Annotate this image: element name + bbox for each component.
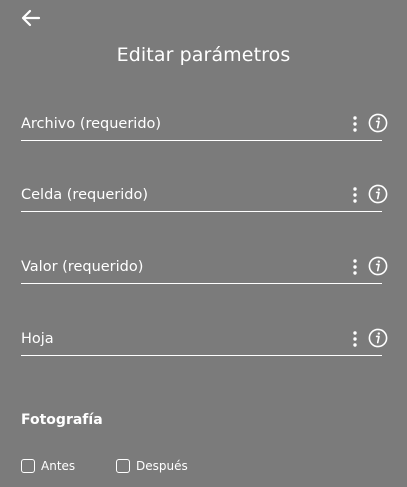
checkbox-square[interactable] (21, 459, 35, 473)
sheet-input[interactable] (21, 324, 341, 354)
value-info-button[interactable] (368, 256, 388, 276)
info-icon (368, 328, 388, 348)
info-icon (368, 184, 388, 204)
before-checkbox[interactable]: Antes (21, 457, 75, 475)
checkbox-square[interactable] (116, 459, 130, 473)
after-label: Después (136, 459, 188, 473)
after-checkbox[interactable]: Después (116, 457, 188, 475)
info-icon (368, 113, 388, 133)
more-vertical-icon (353, 116, 357, 132)
cell-options-button[interactable] (348, 186, 362, 204)
value-input[interactable] (21, 252, 341, 282)
more-vertical-icon (353, 187, 357, 203)
info-icon (368, 256, 388, 276)
more-vertical-icon (353, 331, 357, 347)
file-info-button[interactable] (368, 113, 388, 133)
more-vertical-icon (353, 259, 357, 275)
file-options-button[interactable] (348, 115, 362, 133)
cell-field (21, 180, 388, 212)
sheet-field (21, 324, 388, 356)
photo-section-label: Fotografía (21, 412, 103, 428)
sheet-info-button[interactable] (368, 328, 388, 348)
arrow-left-icon (21, 9, 41, 27)
page-title: Editar parámetros (116, 44, 291, 66)
file-field (21, 109, 388, 141)
cell-info-button[interactable] (368, 184, 388, 204)
file-input[interactable] (21, 109, 341, 139)
cell-input[interactable] (21, 180, 341, 210)
before-label: Antes (41, 459, 76, 473)
back-button[interactable] (19, 6, 43, 30)
value-field (21, 252, 388, 284)
value-options-button[interactable] (348, 258, 362, 276)
sheet-options-button[interactable] (348, 330, 362, 348)
